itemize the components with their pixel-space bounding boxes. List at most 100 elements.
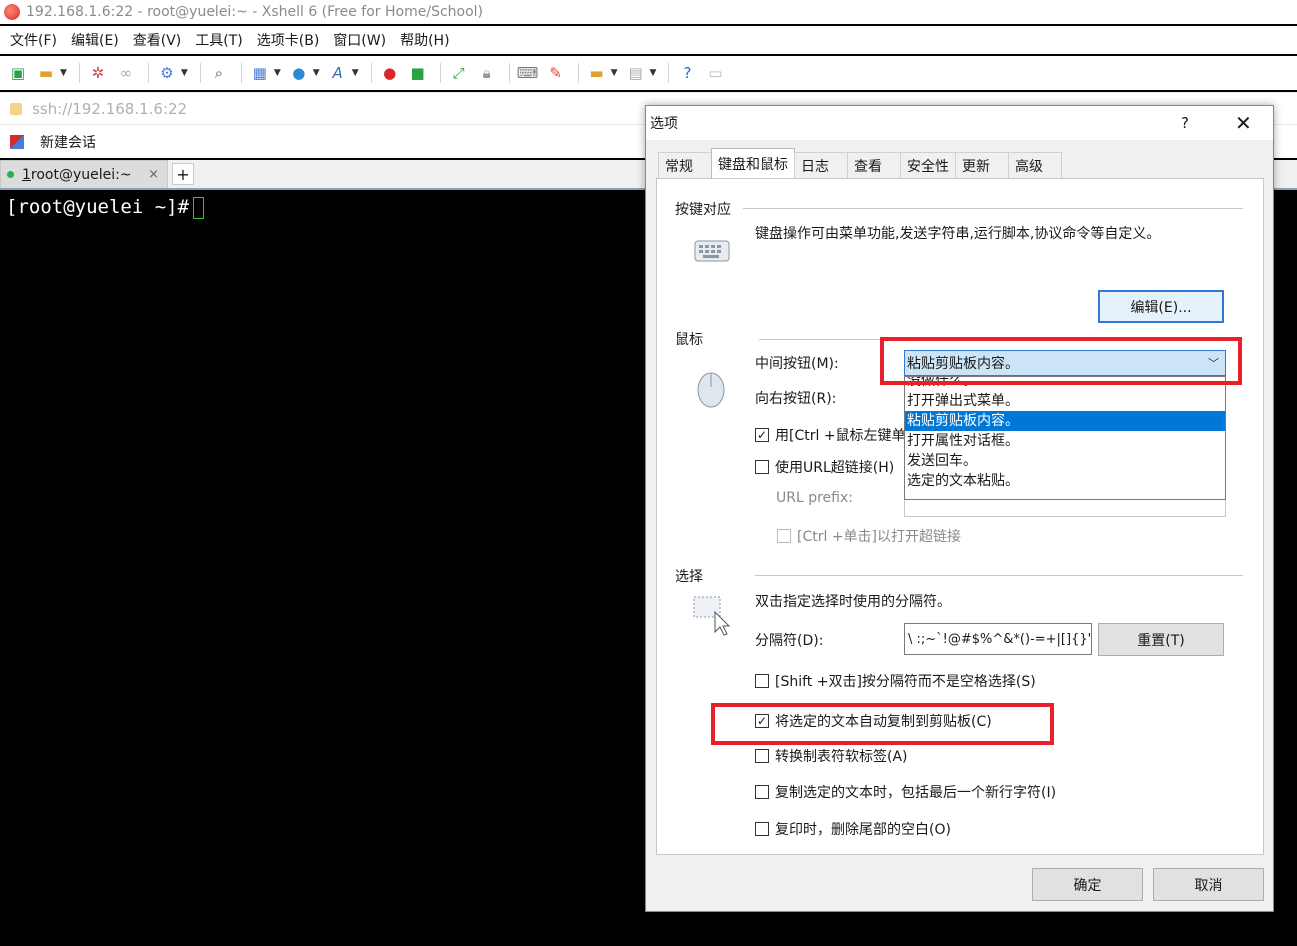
menu-view[interactable]: 查看(V)	[126, 30, 189, 50]
toolbar-separator	[508, 63, 510, 83]
xftp-icon[interactable]: ■	[406, 62, 430, 84]
menu-window[interactable]: 窗口(W)	[326, 30, 393, 50]
session-tab-label: root@yuelei:~	[30, 166, 132, 183]
disconnect-icon[interactable]: ✲	[86, 62, 110, 84]
chevron-down-icon[interactable]: ▼	[352, 68, 359, 78]
close-icon[interactable]: ✕	[1235, 111, 1252, 135]
trim-trailing-checkbox[interactable]	[755, 822, 769, 836]
ctrl-click-checkbox[interactable]: ✓	[755, 428, 769, 442]
divider	[743, 208, 1243, 209]
tab-general[interactable]: 常规	[658, 152, 712, 178]
open-folder-icon[interactable]: ▬	[34, 62, 58, 84]
highlighter-icon[interactable]: ✎	[544, 62, 568, 84]
reset-button[interactable]: 重置(T)	[1098, 623, 1224, 656]
dropdown-option[interactable]: 打开属性对话框。	[905, 431, 1225, 451]
chevron-down-icon[interactable]: ▼	[60, 68, 67, 78]
menu-tab[interactable]: 选项卡(B)	[250, 30, 327, 50]
edit-keymap-button[interactable]: 编辑(E)...	[1098, 290, 1224, 323]
keyboard-icon[interactable]: ⌨	[516, 62, 540, 84]
terminal-prompt: [root@yuelei ~]#	[6, 196, 190, 218]
menu-help[interactable]: 帮助(H)	[393, 30, 456, 50]
cancel-button[interactable]: 取消	[1153, 868, 1264, 901]
menu-tools[interactable]: 工具(T)	[188, 30, 249, 50]
layout-icon[interactable]: ▤	[624, 62, 648, 84]
dialog-tabs: 常规 键盘和鼠标 日志 查看 安全性 更新 高级	[658, 148, 1062, 178]
dropdown-option[interactable]: 打开弹出式菜单。	[905, 391, 1225, 411]
chevron-down-icon[interactable]: ▼	[274, 68, 281, 78]
tab-security[interactable]: 安全性	[900, 152, 956, 178]
delimiter-input[interactable]: \ :;~`!@#$%^&*()-=+|[]{}'	[904, 623, 1092, 655]
divider	[755, 575, 1243, 576]
help-icon[interactable]: ?	[675, 62, 699, 84]
new-session-link[interactable]: 新建会话	[40, 132, 96, 152]
include-newline-checkbox[interactable]	[755, 785, 769, 799]
address-url[interactable]: ssh://192.168.1.6:22	[32, 100, 187, 118]
connected-status-icon	[7, 171, 14, 178]
add-tab-button[interactable]: +	[172, 163, 194, 185]
keyboard-mouse-panel: 按键对应 键盘操作可由菜单功能,发送字符串,运行脚本,协议命令等自定义。 编辑(…	[656, 178, 1264, 855]
toolbar-separator	[78, 63, 80, 83]
dialog-title: 选项	[650, 116, 678, 132]
globe-icon[interactable]: ●	[287, 62, 311, 84]
chevron-down-icon[interactable]: ▼	[650, 68, 657, 78]
toolbar-separator	[147, 63, 149, 83]
terminal-cursor	[193, 196, 205, 219]
tab-view[interactable]: 查看	[847, 152, 901, 178]
selection-cursor-icon	[693, 596, 731, 636]
chat-icon[interactable]: ▭	[703, 62, 727, 84]
new-session-icon[interactable]: ▣	[6, 62, 30, 84]
tab-update[interactable]: 更新	[955, 152, 1009, 178]
trim-trailing-label: 复印时，删除尾部的空白(O)	[775, 822, 951, 838]
right-button-label: 向右按钮(R):	[755, 391, 837, 407]
include-newline-label: 复制选定的文本时，包括最后一个新行字符(I)	[775, 785, 1057, 801]
tab-log[interactable]: 日志	[794, 152, 848, 178]
help-icon[interactable]: ?	[1181, 114, 1189, 132]
properties-icon[interactable]: ⚙	[155, 62, 179, 84]
convert-tab-label: 转换制表符软标签(A)	[775, 749, 908, 765]
chevron-down-icon[interactable]: ▼	[611, 68, 618, 78]
toolbar-separator	[668, 63, 670, 83]
keymap-description: 键盘操作可由菜单功能,发送字符串,运行脚本,协议命令等自定义。	[755, 226, 1161, 242]
dropdown-option[interactable]: 选定的文本粘贴。	[905, 471, 1225, 491]
shift-dblclick-label: [Shift +双击]按分隔符而不是空格选择(S)	[775, 674, 1036, 690]
session-tab[interactable]: 1 root@yuelei:~ ×	[0, 160, 168, 188]
session-tab-number: 1	[22, 166, 31, 183]
dropdown-option-selected[interactable]: 粘贴剪贴板内容。	[905, 411, 1225, 431]
fullscreen-icon[interactable]: ⤢	[447, 62, 471, 84]
ctrl-click-label: 用[Ctrl +鼠标左键单	[775, 428, 906, 444]
bookmark-flag-icon	[10, 134, 24, 149]
middle-button-dropdown: 没做什么。 打开弹出式菜单。 粘贴剪贴板内容。 打开属性对话框。 发送回车。 选…	[904, 376, 1226, 500]
tab-advanced[interactable]: 高级	[1008, 152, 1062, 178]
keyboard-icon	[694, 240, 730, 262]
window-title: 192.168.1.6:22 - root@yuelei:~ - Xshell …	[26, 3, 484, 20]
find-icon[interactable]: ⌕	[207, 62, 231, 84]
menu-bar: 文件(F) 编辑(E) 查看(V) 工具(T) 选项卡(B) 窗口(W) 帮助(…	[0, 26, 1297, 54]
chevron-down-icon[interactable]: ▼	[313, 68, 320, 78]
toolbar-separator	[577, 63, 579, 83]
menu-file[interactable]: 文件(F)	[3, 30, 64, 50]
url-prefix-label: URL prefix:	[776, 490, 853, 506]
script-folder-icon[interactable]: ▬	[585, 62, 609, 84]
shift-dblclick-checkbox[interactable]	[755, 674, 769, 688]
tab-keyboard-mouse[interactable]: 键盘和鼠标	[711, 148, 795, 178]
delimiter-label: 分隔符(D):	[755, 633, 824, 649]
reconnect-icon[interactable]: ∞	[114, 62, 138, 84]
mouse-group-title: 鼠标	[675, 332, 703, 348]
selection-description: 双击指定选择时使用的分隔符。	[755, 594, 951, 610]
selection-group-title: 选择	[675, 569, 703, 585]
ctrl-open-link-checkbox[interactable]	[777, 529, 791, 543]
keymap-group-title: 按键对应	[675, 202, 731, 218]
highlight-box-middle-button	[880, 337, 1242, 385]
middle-button-label: 中间按钮(M):	[755, 356, 839, 372]
transfer-icon[interactable]: ▦	[248, 62, 272, 84]
url-link-checkbox[interactable]	[755, 460, 769, 474]
close-icon[interactable]: ×	[148, 167, 159, 182]
chevron-down-icon[interactable]: ▼	[181, 68, 188, 78]
font-icon[interactable]: A	[326, 62, 350, 84]
convert-tab-checkbox[interactable]	[755, 749, 769, 763]
xshell-icon[interactable]: ●	[378, 62, 402, 84]
ok-button[interactable]: 确定	[1032, 868, 1143, 901]
lock-icon[interactable]: 🔒︎	[475, 62, 499, 84]
dropdown-option[interactable]: 发送回车。	[905, 451, 1225, 471]
menu-edit[interactable]: 编辑(E)	[64, 30, 126, 50]
